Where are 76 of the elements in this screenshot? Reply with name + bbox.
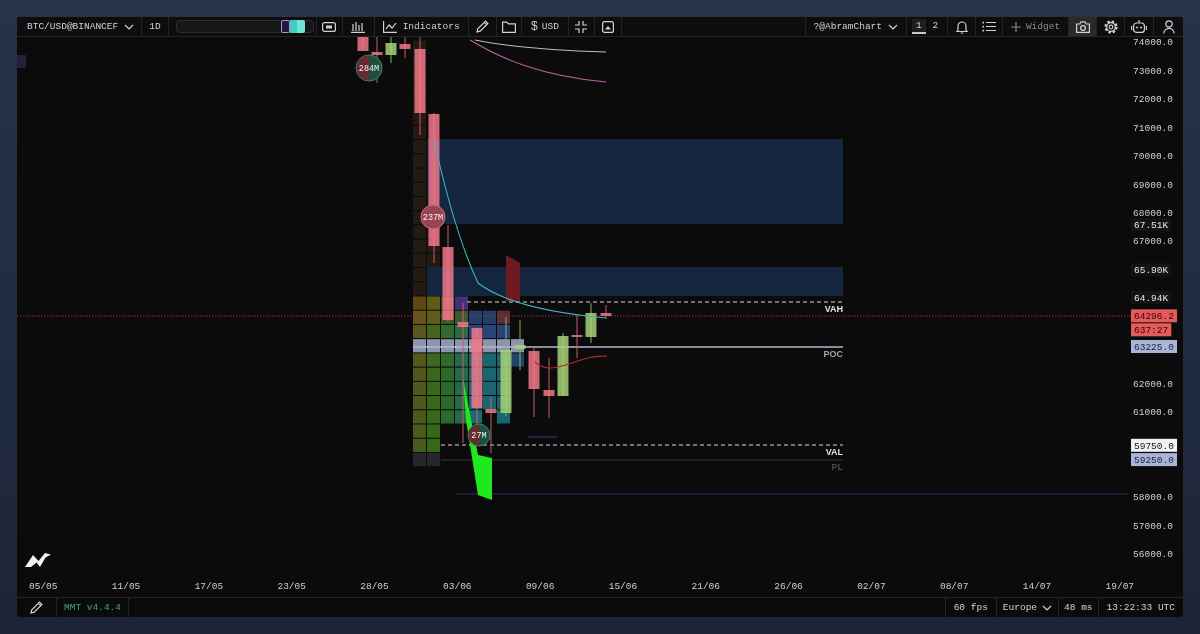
price-tick: 57000.0 (1133, 520, 1173, 532)
level-label: VAL (825, 447, 843, 457)
price-tick: 73000.0 (1133, 65, 1173, 77)
screenshot-button[interactable] (1068, 17, 1096, 36)
screen-icon (322, 21, 337, 32)
chevron-down-icon (888, 23, 898, 30)
currency-button[interactable]: $ USD (521, 17, 569, 36)
version-label: MMT v4.4.4 (57, 598, 129, 617)
region-selector[interactable]: Europe (995, 598, 1059, 617)
layout-tab[interactable]: 2 (928, 19, 942, 34)
price-tick: 58000.0 (1133, 492, 1173, 504)
fps-counter: 60 fps (944, 598, 996, 617)
chevron-down-icon (124, 23, 135, 30)
date-label: 21/06 (691, 581, 720, 592)
date-label: 11/05 (111, 581, 141, 592)
slider-thumb[interactable] (280, 20, 290, 33)
robot-icon (1131, 20, 1147, 33)
shrink-icon (575, 20, 588, 33)
date-label: 15/06 (608, 581, 638, 592)
date-label: 08/07 (939, 581, 969, 592)
folder-icon (501, 20, 516, 33)
settings-icon (1103, 19, 1118, 34)
edge-marker (17, 55, 26, 68)
level-label: VAH (824, 304, 843, 314)
list-icon (982, 21, 996, 32)
price-tick: 62000.0 (1133, 378, 1173, 390)
level-label: POC (823, 349, 843, 359)
date-label: 17/05 (194, 581, 224, 592)
interval-button[interactable]: 1D (142, 17, 169, 36)
line-chart-icon (382, 20, 397, 33)
level-label: PL (831, 462, 843, 472)
user-icon (1162, 19, 1175, 34)
chevron-down-icon (1042, 604, 1053, 611)
symbol-selector[interactable]: BTC/USD@BINANCEF (17, 17, 143, 36)
price-tick: 71000.0 (1133, 122, 1173, 134)
price-badge: 65.90K (1131, 263, 1172, 277)
bell-icon (955, 19, 968, 34)
price-tick: 70000.0 (1133, 151, 1173, 163)
price-tick: 74000.0 (1133, 37, 1173, 49)
camera-icon (1075, 20, 1090, 33)
pencil-icon (30, 601, 43, 614)
bar-chart-icon (351, 20, 366, 33)
layout-selector[interactable]: ?@AbramChart (804, 17, 906, 36)
date-label: 23/05 (277, 581, 306, 592)
price-badge: 64.94K (1131, 290, 1172, 304)
date-label: 09/06 (525, 581, 555, 592)
date-label: 14/07 (1022, 581, 1052, 592)
price-badge: 637:27 (1131, 323, 1172, 337)
price-tick: 72000.0 (1133, 94, 1173, 106)
price-tick: 56000.0 (1133, 549, 1173, 561)
date-label: 26/06 (774, 581, 803, 592)
date-label: 05/05 (29, 581, 58, 592)
date-label: 02/07 (857, 581, 886, 592)
price-badge: 59750.0 (1131, 438, 1178, 452)
pencil-icon (475, 20, 489, 33)
price-badge: 63225.0 (1131, 340, 1178, 353)
range-slider[interactable] (175, 20, 314, 33)
plus-icon (1010, 21, 1021, 32)
latency-label: 48 ms (1058, 598, 1098, 617)
layout-tab[interactable]: 1 (912, 19, 926, 34)
volume-bubble: 284M (355, 54, 383, 82)
price-tick: 61000.0 (1133, 407, 1173, 419)
price-badge: 59250.0 (1131, 453, 1178, 467)
logo-icon (25, 553, 51, 567)
image-icon (601, 20, 614, 33)
price-badge: 67.51K (1131, 218, 1172, 232)
price-tick: 67000.0 (1133, 236, 1173, 248)
price-badge: 64296.2 (1131, 309, 1178, 323)
date-label: 28/05 (360, 581, 389, 592)
clock-label: 13:22:33 UTC (1097, 598, 1183, 617)
date-label: 19/07 (1105, 581, 1135, 592)
indicators-button[interactable]: Indicators (374, 17, 469, 36)
price-tick: 68000.0 (1133, 208, 1173, 220)
range-highlight (289, 20, 305, 33)
date-label: 03/06 (443, 581, 472, 592)
price-tick: 69000.0 (1133, 179, 1173, 191)
